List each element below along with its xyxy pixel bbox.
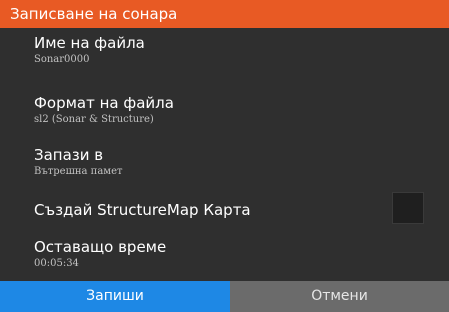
file-format-value: sl2 (Sonar & Structure) — [34, 114, 154, 125]
structuremap-label: Създай StructureMap Карта — [34, 201, 251, 219]
remaining-time-field: Оставащо време 00:05:34 — [0, 238, 449, 270]
remaining-time-label: Оставащо време — [34, 238, 167, 256]
file-format-label: Формат на файла — [34, 94, 174, 112]
save-location-field[interactable]: Запази в Вътрешна памет — [0, 146, 449, 178]
cancel-button[interactable]: Отмени — [230, 281, 449, 312]
structuremap-checkbox[interactable] — [392, 192, 424, 224]
filename-label: Име на файла — [34, 34, 145, 52]
sonar-record-dialog: Записване на сонара Име на файла Sonar00… — [0, 0, 449, 312]
button-bar: Запиши Отмени — [0, 281, 449, 312]
save-location-label: Запази в — [34, 146, 104, 164]
filename-value: Sonar0000 — [34, 54, 90, 65]
save-button[interactable]: Запиши — [0, 281, 230, 312]
file-format-field[interactable]: Формат на файла sl2 (Sonar & Structure) — [0, 94, 449, 126]
filename-field[interactable]: Име на файла Sonar0000 — [0, 34, 449, 66]
remaining-time-value: 00:05:34 — [34, 258, 79, 269]
structuremap-option[interactable]: Създай StructureMap Карта — [0, 200, 449, 220]
save-location-value: Вътрешна памет — [34, 166, 123, 177]
dialog-title: Записване на сонара — [0, 0, 449, 28]
